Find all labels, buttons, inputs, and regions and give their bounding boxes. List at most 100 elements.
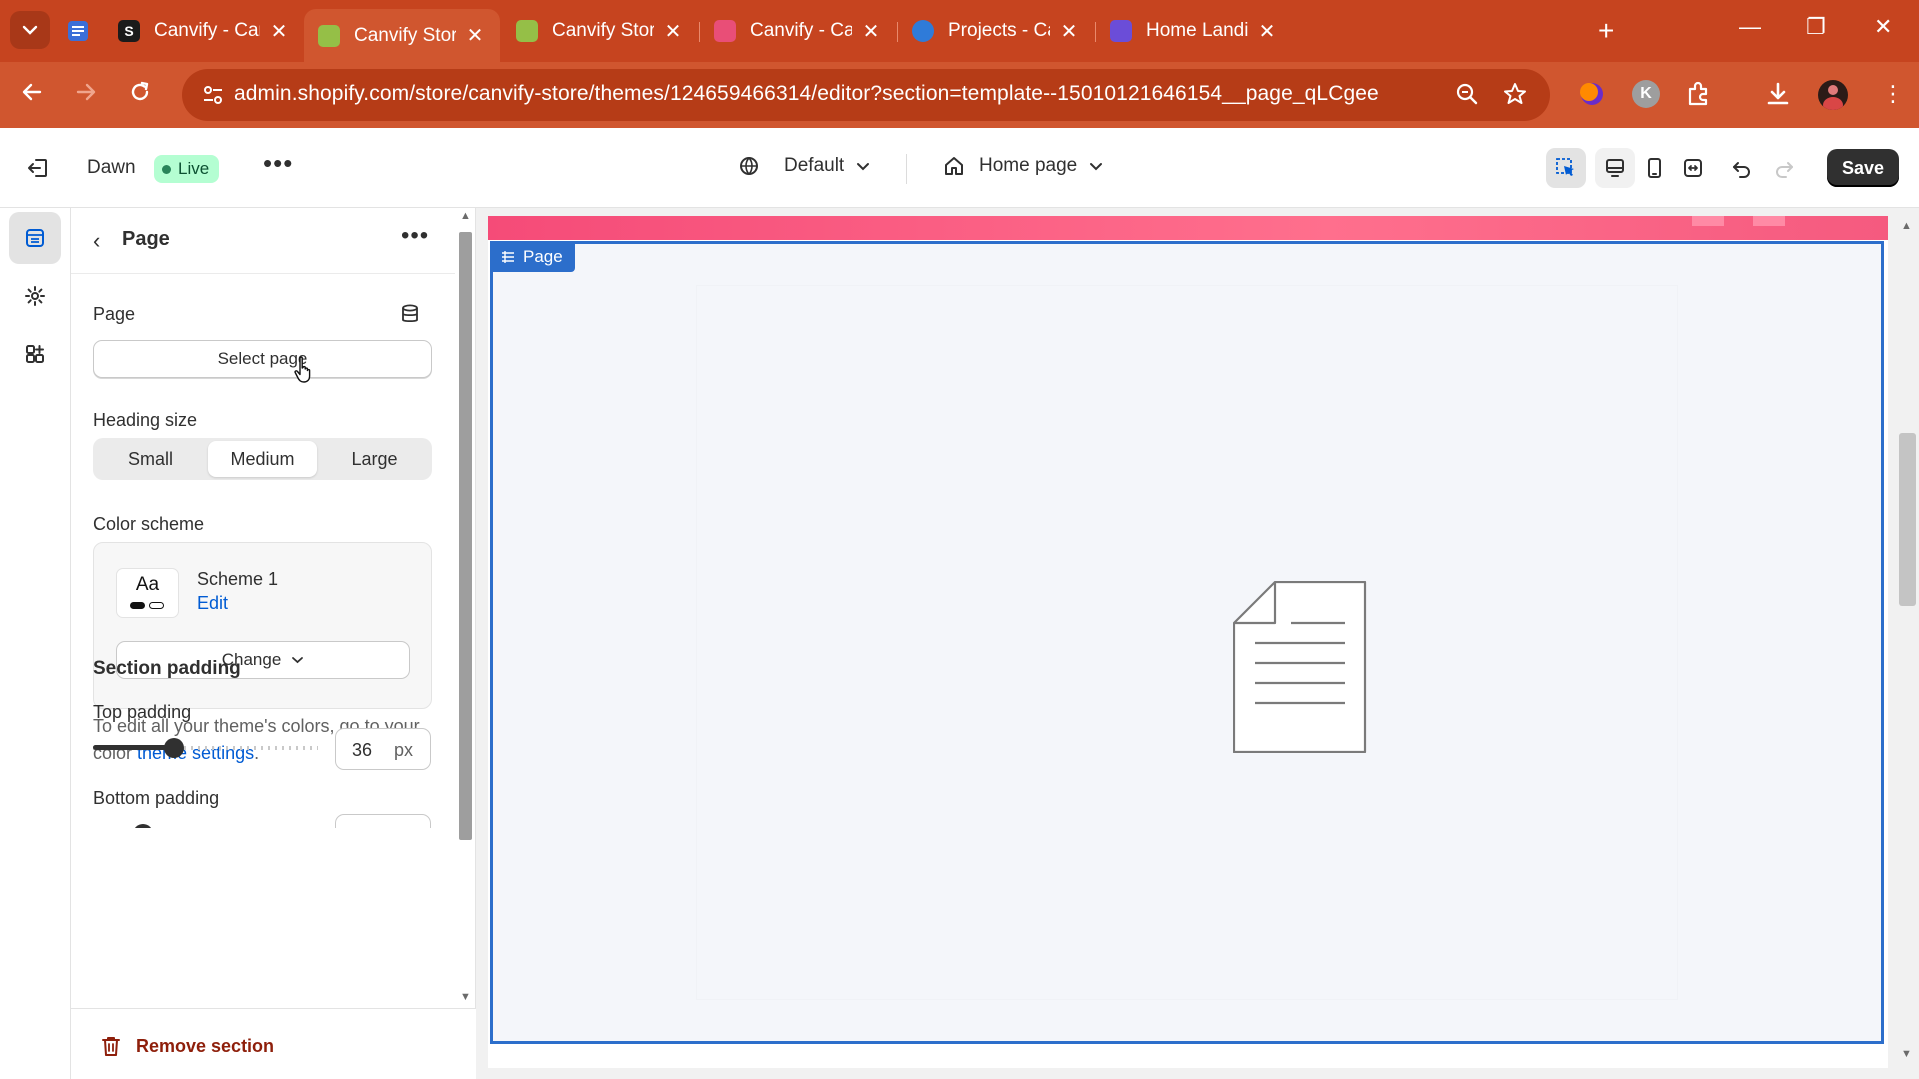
pinned-tab[interactable] [66,9,102,53]
save-button[interactable]: Save [1827,149,1899,187]
tab-1[interactable]: S Canvify - Canva P ✕ [104,9,304,53]
section-layout-icon [502,251,514,263]
address-bar[interactable]: admin.shopify.com/store/canvify-store/th… [182,69,1550,121]
heading-size-medium[interactable]: Medium [208,441,317,477]
close-window-button[interactable]: ✕ [1874,14,1892,40]
bottom-padding-value: 36 [352,826,372,828]
canva-favicon-icon [714,20,736,42]
canva-favicon-icon [912,20,934,42]
forward-button[interactable] [74,80,98,110]
rail-theme-settings-button[interactable] [9,270,61,322]
reload-button[interactable] [128,80,152,110]
rail-sections-button[interactable] [9,212,61,264]
remove-section-button[interactable]: Remove section [136,1036,274,1057]
dynamic-source-database-icon[interactable] [401,304,419,324]
tab-title: Projects - Canva [948,20,1050,41]
preview-scrollbar-thumb[interactable] [1899,433,1916,606]
redo-button[interactable] [1764,148,1804,188]
back-button[interactable] [20,80,44,110]
live-status-badge: Live [154,155,220,183]
bottom-padding-input[interactable]: 36 [335,814,431,828]
tab-2-active[interactable]: Canvify Store · Cu ✕ [304,9,500,62]
undo-button[interactable] [1722,148,1762,188]
desktop-view-button[interactable] [1595,148,1635,188]
panel-header: ‹ Page ••• [71,208,455,274]
arrow-left-icon [22,83,42,101]
preview-scrollbar[interactable]: ▲ ▼ [1892,208,1919,1079]
tab-5[interactable]: Projects - Canva ✕ [898,9,1094,53]
section-padding-heading: Section padding [93,658,241,679]
inspector-tool-button[interactable] [1546,148,1586,188]
panel-more-button[interactable]: ••• [401,222,429,250]
scroll-up-arrow-icon[interactable]: ▲ [460,210,471,222]
apps-icon [26,345,44,363]
scheme-swatch-secondary [149,602,164,609]
tab-4[interactable]: Canvify - Canva t ✕ [700,9,896,53]
tab-close-icon[interactable]: ✕ [1058,19,1080,44]
download-icon[interactable] [1764,80,1792,108]
minimize-button[interactable]: — [1739,14,1761,40]
rail-apps-button[interactable] [9,328,61,380]
heading-size-segmented-control: Small Medium Large [93,438,432,480]
extensions-puzzle-icon[interactable] [1685,80,1713,108]
zoom-icon[interactable] [1454,81,1480,107]
announcement-decoration [1692,216,1724,226]
tab-close-icon[interactable]: ✕ [464,23,486,48]
tab-search-button[interactable] [10,11,50,49]
tab-close-icon[interactable]: ✕ [268,19,290,44]
trash-icon[interactable] [101,1035,121,1057]
extension-orb-icon[interactable] [1578,80,1606,108]
profile-avatar[interactable] [1818,80,1848,110]
page-content-placeholder [697,286,1677,999]
browser-menu-button[interactable]: ⋮ [1882,80,1904,108]
context-default-selector[interactable]: Default [738,155,870,177]
mobile-view-button[interactable] [1634,148,1674,188]
tab-6[interactable]: Home Landing W ✕ [1096,9,1292,53]
bottom-padding-slider-knob[interactable] [133,824,153,828]
top-padding-label: Top padding [93,702,192,722]
full-width-view-button[interactable] [1673,148,1713,188]
profile-k-avatar[interactable]: K [1632,80,1660,108]
shopify-favicon-icon [516,20,538,42]
panel-scrollbar[interactable]: ▲ ▼ [455,208,476,1008]
color-scheme-label: Color scheme [93,514,205,534]
section-tag[interactable]: Page [491,242,575,272]
announcement-decoration [1753,216,1785,226]
avatar-head [1828,85,1838,95]
theme-name: Dawn [87,157,136,178]
tab-title: Home Landing W [1146,20,1248,41]
tab-3[interactable]: Canvify Store · Cu ✕ [502,9,698,53]
theme-actions-button[interactable]: ••• [263,148,293,179]
select-page-button[interactable]: Select page [93,340,432,378]
bookmark-star-icon[interactable] [1502,81,1528,107]
heading-size-large[interactable]: Large [320,441,429,477]
scroll-down-arrow-icon[interactable]: ▼ [1901,1048,1912,1060]
top-padding-slider[interactable] [93,738,318,758]
home-icon [945,157,963,175]
scroll-down-arrow-icon[interactable]: ▼ [460,991,471,1003]
scroll-up-arrow-icon[interactable]: ▲ [1901,220,1912,232]
mobile-icon [1648,158,1661,178]
exit-icon[interactable] [26,156,50,180]
tab-close-icon[interactable]: ✕ [1256,19,1278,44]
panel-back-button[interactable]: ‹ [93,228,100,254]
tab-close-icon[interactable]: ✕ [662,19,684,44]
tab-close-icon[interactable]: ✕ [860,19,882,44]
chevron-down-icon [1090,162,1103,170]
panel-scrollbar-thumb[interactable] [459,232,472,840]
slider-fill [93,745,174,750]
page-section-selected[interactable]: Page [490,241,1884,1044]
site-info-icon[interactable] [200,82,226,108]
announcement-bar[interactable] [488,216,1888,240]
template-page-selector[interactable]: Home page [943,155,1103,177]
scheme-edit-link[interactable]: Edit [197,593,228,614]
top-padding-input[interactable]: 36 px [335,728,431,770]
slider-knob[interactable] [164,738,184,758]
heading-size-small[interactable]: Small [96,441,205,477]
url-text[interactable]: admin.shopify.com/store/canvify-store/th… [234,82,1379,106]
restore-button[interactable]: ❐ [1806,14,1826,40]
new-tab-button[interactable]: + [1598,14,1614,48]
sections-icon [26,229,44,247]
tab-title: Canvify - Canva P [154,20,260,41]
document-placeholder-icon [1233,581,1367,753]
